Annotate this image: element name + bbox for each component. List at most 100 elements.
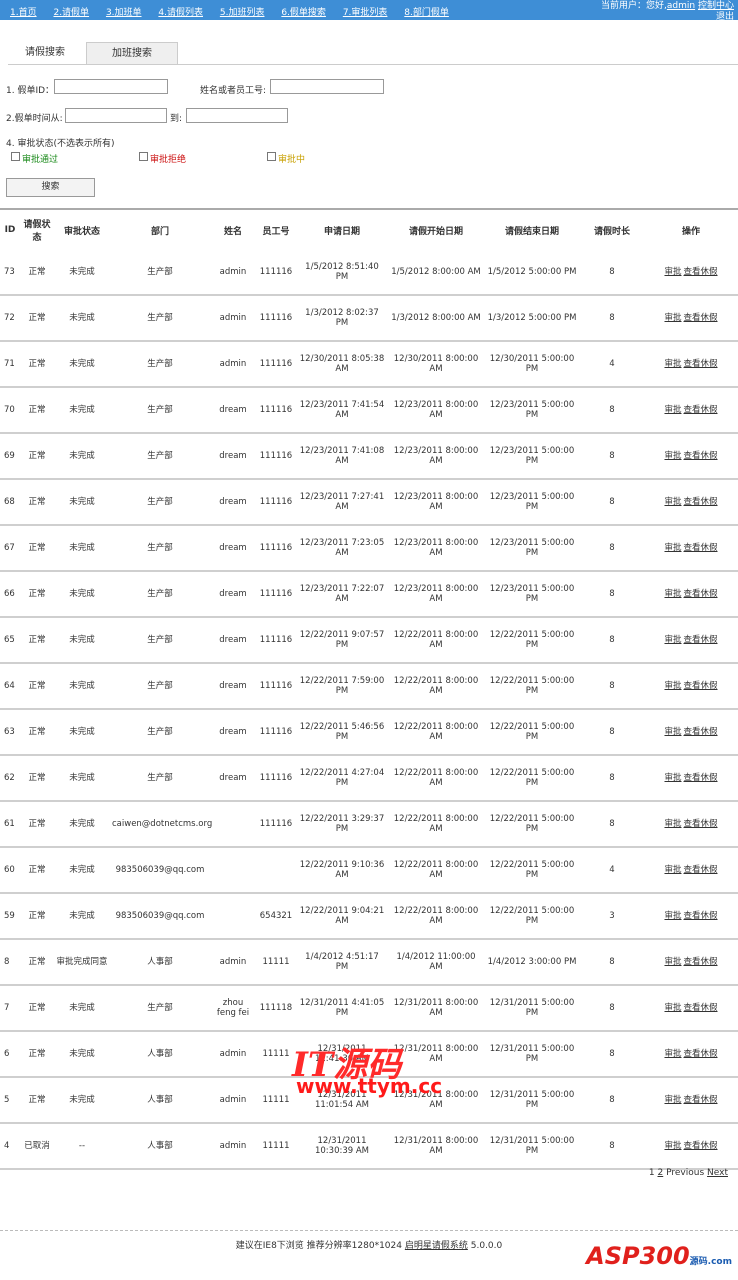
nav-leave-form[interactable]: 2.请假单 xyxy=(53,8,89,18)
search-button[interactable]: 搜索 xyxy=(6,178,95,197)
time-to-input[interactable] xyxy=(186,108,288,123)
row-start-date: 12/23/2011 8:00:00 AM xyxy=(388,525,484,572)
view-leave-link[interactable]: 查看休假 xyxy=(684,359,718,369)
pager-page-2[interactable]: 2 xyxy=(658,1168,664,1178)
row-apply-date: 1/3/2012 8:02:37 PM xyxy=(296,295,388,342)
row-apply-date: 12/22/2011 7:59:00 PM xyxy=(296,663,388,710)
time-from-input[interactable] xyxy=(65,108,167,123)
row-duration: 8 xyxy=(580,387,644,434)
row-actions: 审批 查看休假 xyxy=(644,755,738,802)
row-end-date: 12/31/2011 5:00:00 PM xyxy=(484,985,580,1032)
tab-overtime-search[interactable]: 加班搜索 xyxy=(86,42,178,64)
logout-link[interactable]: 退出 xyxy=(716,12,734,22)
row-employee-id: 111116 xyxy=(256,617,296,664)
rejected-checkbox[interactable] xyxy=(139,152,148,161)
view-leave-link[interactable]: 查看休假 xyxy=(684,1049,718,1059)
view-leave-link[interactable]: 查看休假 xyxy=(684,543,718,553)
nav-overtime-form[interactable]: 3.加班单 xyxy=(106,8,142,18)
view-leave-link[interactable]: 查看休假 xyxy=(684,681,718,691)
row-duration: 8 xyxy=(580,571,644,618)
pending-option-label: 审批中 xyxy=(278,155,306,165)
view-leave-link[interactable]: 查看休假 xyxy=(684,497,718,507)
tab-leave-search[interactable]: 请假搜索 xyxy=(8,42,82,63)
user-name-link[interactable]: admin xyxy=(667,1,695,11)
row-id: 68 xyxy=(0,479,20,526)
approve-link[interactable]: 审批 xyxy=(664,773,681,783)
row-approval-status: 未完成 xyxy=(54,341,110,388)
approve-link[interactable]: 审批 xyxy=(664,1003,681,1013)
approve-link[interactable]: 审批 xyxy=(664,1095,681,1105)
approve-link[interactable]: 审批 xyxy=(664,451,681,461)
row-employee-id: 11111 xyxy=(256,1031,296,1078)
header-duration: 请假时长 xyxy=(580,208,644,250)
view-leave-link[interactable]: 查看休假 xyxy=(684,1141,718,1151)
approve-link[interactable]: 审批 xyxy=(664,635,681,645)
row-duration: 3 xyxy=(580,893,644,940)
view-leave-link[interactable]: 查看休假 xyxy=(684,773,718,783)
view-leave-link[interactable]: 查看休假 xyxy=(684,1003,718,1013)
row-duration: 4 xyxy=(580,341,644,388)
approve-link[interactable]: 审批 xyxy=(664,727,681,737)
approve-link[interactable]: 审批 xyxy=(664,497,681,507)
row-name: dream xyxy=(210,755,256,802)
approved-checkbox[interactable] xyxy=(11,152,20,161)
row-approval-status: 未完成 xyxy=(54,433,110,480)
row-department: 人事部 xyxy=(110,1077,210,1124)
leave-id-input[interactable] xyxy=(54,79,168,94)
row-department: 生产部 xyxy=(110,755,210,802)
view-leave-link[interactable]: 查看休假 xyxy=(684,865,718,875)
approve-link[interactable]: 审批 xyxy=(664,1141,681,1151)
row-leave-status: 正常 xyxy=(20,479,54,526)
site-logo: ASP300源码.com xyxy=(586,1242,732,1270)
nav-leave-list[interactable]: 4.请假列表 xyxy=(158,8,203,18)
nav-home[interactable]: 1.首页 xyxy=(10,8,37,18)
control-center-link[interactable]: 控制中心 xyxy=(698,1,734,11)
view-leave-link[interactable]: 查看休假 xyxy=(684,313,718,323)
approve-link[interactable]: 审批 xyxy=(664,267,681,277)
approve-link[interactable]: 审批 xyxy=(664,957,681,967)
approve-link[interactable]: 审批 xyxy=(664,819,681,829)
approve-link[interactable]: 审批 xyxy=(664,911,681,921)
row-department: 生产部 xyxy=(110,985,210,1032)
view-leave-link[interactable]: 查看休假 xyxy=(684,911,718,921)
row-id: 60 xyxy=(0,847,20,894)
row-approval-status: 未完成 xyxy=(54,1077,110,1124)
view-leave-link[interactable]: 查看休假 xyxy=(684,405,718,415)
approve-link[interactable]: 审批 xyxy=(664,589,681,599)
row-name xyxy=(210,893,256,940)
nav-dept-leave[interactable]: 8.部门假单 xyxy=(404,8,449,18)
system-link[interactable]: 启明星请假系统 xyxy=(405,1241,468,1251)
name-or-id-input[interactable] xyxy=(270,79,384,94)
pending-checkbox[interactable] xyxy=(267,152,276,161)
view-leave-link[interactable]: 查看休假 xyxy=(684,267,718,277)
row-leave-status: 正常 xyxy=(20,571,54,618)
table-row: 7 正常 未完成 生产部 zhou feng fei 111118 12/31/2011 4… xyxy=(0,985,738,1032)
row-end-date: 12/22/2011 5:00:00 PM xyxy=(484,709,580,756)
nav-leave-search[interactable]: 6.假单搜索 xyxy=(281,8,326,18)
nav-overtime-list[interactable]: 5.加班列表 xyxy=(220,8,265,18)
view-leave-link[interactable]: 查看休假 xyxy=(684,451,718,461)
pager-current: 1 xyxy=(648,1168,655,1178)
pager-next[interactable]: Next xyxy=(707,1168,728,1178)
table-row: 66 正常 未完成 生产部 dream 111116 12/23/2011 7:22:07 … xyxy=(0,571,738,618)
view-leave-link[interactable]: 查看休假 xyxy=(684,589,718,599)
row-duration: 8 xyxy=(580,479,644,526)
approve-link[interactable]: 审批 xyxy=(664,543,681,553)
view-leave-link[interactable]: 查看休假 xyxy=(684,635,718,645)
row-apply-date: 1/4/2012 4:51:17 PM xyxy=(296,939,388,986)
approve-link[interactable]: 审批 xyxy=(664,865,681,875)
view-leave-link[interactable]: 查看休假 xyxy=(684,727,718,737)
view-leave-link[interactable]: 查看休假 xyxy=(684,1095,718,1105)
approve-link[interactable]: 审批 xyxy=(664,681,681,691)
nav-approval-list[interactable]: 7.审批列表 xyxy=(343,8,388,18)
approve-link[interactable]: 审批 xyxy=(664,359,681,369)
row-department: 生产部 xyxy=(110,479,210,526)
row-start-date: 12/22/2011 8:00:00 AM xyxy=(388,709,484,756)
approve-link[interactable]: 审批 xyxy=(664,1049,681,1059)
view-leave-link[interactable]: 查看休假 xyxy=(684,819,718,829)
approve-link[interactable]: 审批 xyxy=(664,405,681,415)
row-name: dream xyxy=(210,663,256,710)
logo-sub: 源码.com xyxy=(689,1257,732,1267)
view-leave-link[interactable]: 查看休假 xyxy=(684,957,718,967)
approve-link[interactable]: 审批 xyxy=(664,313,681,323)
